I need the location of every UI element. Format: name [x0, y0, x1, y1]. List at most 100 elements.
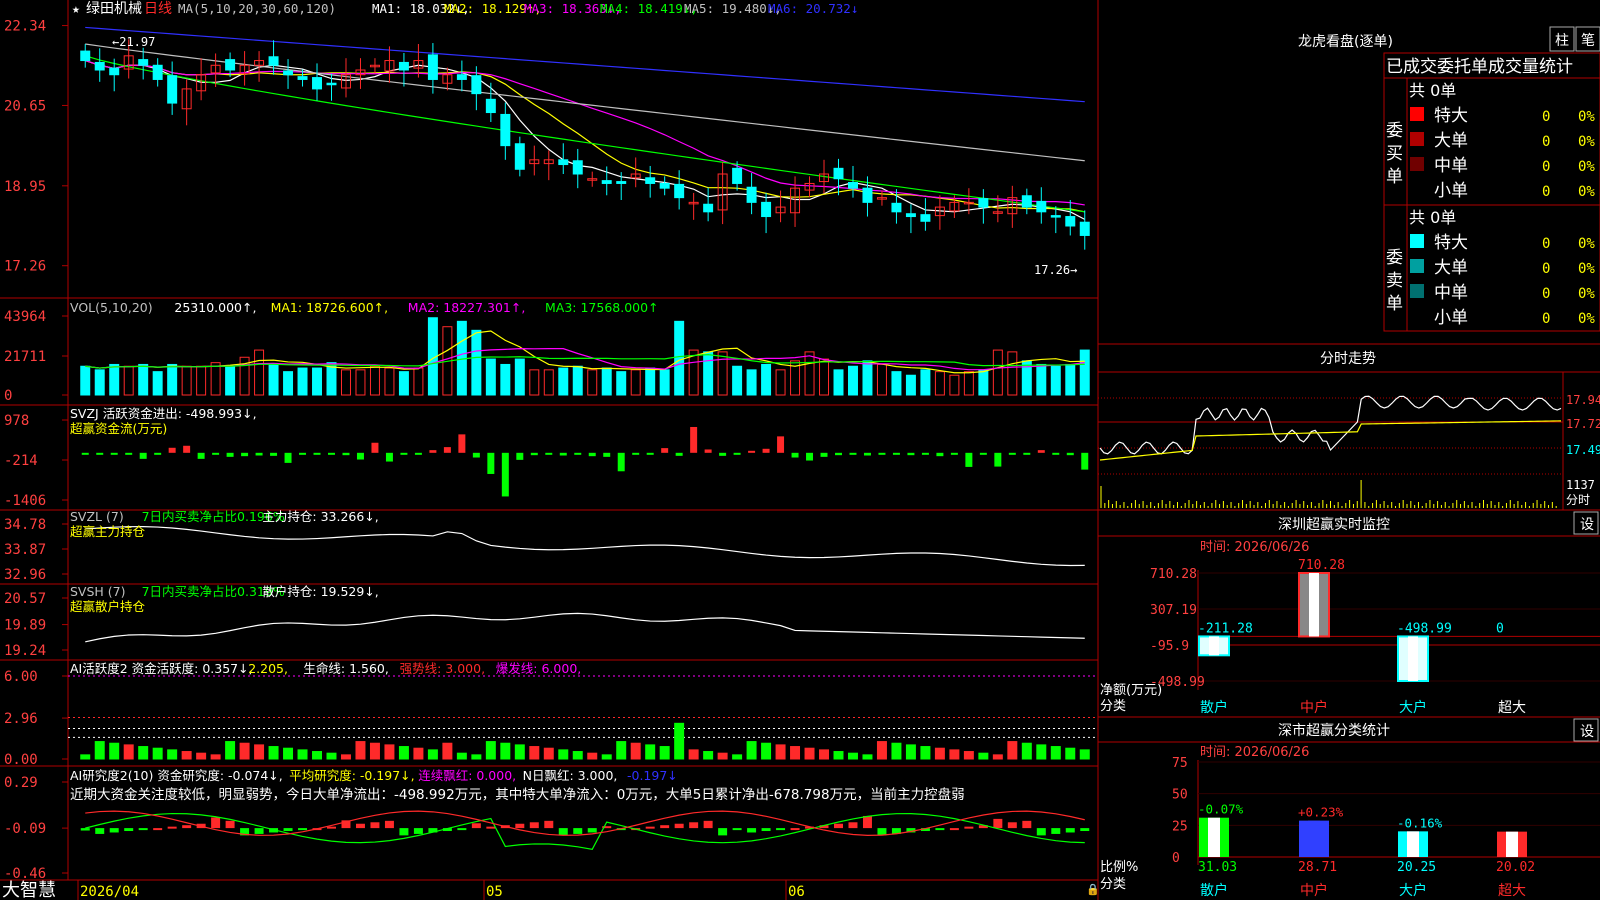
volume-bar — [340, 369, 351, 396]
monitor-settings-label[interactable]: 设 — [1580, 517, 1594, 533]
candle — [862, 187, 873, 203]
sell-swatch — [1410, 234, 1424, 248]
fund-flow-bar — [849, 452, 857, 455]
class-stats-settings-label[interactable]: 设 — [1580, 724, 1594, 740]
fund-flow-bar — [1008, 452, 1016, 455]
buy-swatch — [1410, 107, 1424, 121]
volume-bar — [109, 363, 120, 396]
activity-bar — [1007, 741, 1018, 760]
activity-bar — [109, 742, 120, 760]
axis-label: 33.87 — [4, 542, 46, 558]
sell-row-name: 小单 — [1434, 308, 1468, 328]
fund-flow-bar — [197, 452, 205, 459]
sell-row-volume: 0 — [1542, 286, 1550, 302]
volume-bar — [514, 358, 525, 396]
indicator-legend-item: 平均研究度: -0.197↓, — [289, 768, 414, 783]
intraday-volume-label: 1137 — [1566, 478, 1595, 492]
activity-bar — [572, 751, 583, 760]
lock-icon[interactable]: 🔒 — [1086, 883, 1100, 896]
activity-bar — [355, 741, 366, 760]
class-category: 散户 — [1200, 882, 1228, 899]
activity-bar — [384, 744, 395, 760]
activity-bar — [297, 749, 308, 760]
fund-flow-bar — [1081, 452, 1089, 470]
intraday-price-label: 17.49 — [1566, 443, 1600, 457]
class-axis-label: 25 — [1172, 819, 1188, 834]
research-bar — [225, 820, 235, 829]
volume-bar — [963, 371, 974, 396]
activity-bar — [601, 754, 612, 760]
research-bar — [399, 828, 409, 836]
axis-label: 19.24 — [4, 643, 46, 659]
fund-flow-bar — [994, 452, 1002, 467]
activity-bar — [225, 741, 236, 760]
indicator-legend-item: SVZJ 活跃资金进出: -498.993↓, — [70, 406, 257, 421]
volume-bar — [746, 369, 757, 396]
candle — [471, 75, 482, 95]
volume-bar — [934, 371, 945, 396]
candle — [1079, 221, 1090, 236]
candle — [761, 201, 772, 218]
ma2-line — [85, 59, 1085, 213]
fund-flow-bar — [733, 452, 741, 455]
volume-bar — [645, 367, 656, 396]
volume-bar — [1036, 363, 1047, 396]
volume-bar — [283, 371, 294, 396]
volume-bar — [949, 374, 960, 396]
research-bar — [587, 828, 597, 833]
fund-flow-bar — [125, 452, 133, 455]
activity-bar — [616, 741, 627, 760]
research-bar — [935, 828, 945, 831]
activity-bar — [659, 746, 670, 760]
period-label[interactable]: 日线 — [144, 1, 172, 17]
fund-flow-bar — [212, 452, 220, 455]
activity-bar — [94, 741, 105, 760]
volume-bar — [413, 367, 424, 396]
research-bar — [949, 828, 959, 831]
candle — [703, 203, 714, 213]
activity-bar — [703, 751, 714, 760]
fund-flow-bar — [603, 452, 611, 457]
brand-label: 大智慧 — [2, 880, 56, 900]
activity-bar — [963, 751, 974, 760]
activity-bar — [920, 746, 931, 760]
candle — [891, 202, 902, 213]
monitor-category: 散户 — [1200, 699, 1228, 716]
candle — [645, 177, 656, 184]
fund-flow-bar — [545, 452, 553, 455]
activity-bar — [312, 751, 323, 760]
favorite-star-icon[interactable]: ★ — [72, 2, 80, 17]
volume-bar — [558, 367, 569, 396]
candle — [326, 82, 337, 86]
research-bar — [95, 828, 105, 834]
indicator-legend-item: 2.205, — [248, 661, 288, 676]
volume-bar — [819, 358, 830, 396]
fund-flow-bar — [806, 452, 814, 461]
axis-label: -214 — [4, 453, 38, 469]
sell-row-volume: 0 — [1542, 236, 1550, 252]
intraday-price-label: 17.72 — [1566, 417, 1600, 431]
axis-label: -0.09 — [4, 821, 46, 837]
fund-flow-bar — [878, 452, 886, 455]
candle — [905, 213, 916, 218]
volume-bar — [630, 369, 641, 396]
volume-bar — [500, 363, 511, 396]
candle — [456, 74, 467, 80]
view-button-label[interactable]: 笔 — [1581, 33, 1595, 49]
activity-bar — [847, 752, 858, 760]
activity-bar — [514, 744, 525, 760]
research-bar — [776, 828, 786, 831]
monitor-category: 大户 — [1399, 699, 1427, 716]
activity-bar — [746, 741, 757, 760]
activity-bar — [398, 746, 409, 760]
research-bar — [486, 826, 496, 829]
activity-bar — [283, 747, 294, 760]
volume-bar — [804, 351, 815, 396]
indicator-legend-item: N日飘红: 3.000, — [523, 768, 618, 783]
indicator-legend-item: 连续飘红: 0.000, — [418, 768, 516, 783]
fund-flow-bar — [371, 442, 379, 453]
view-button-label[interactable]: 柱 — [1555, 33, 1569, 49]
fund-flow-bar — [646, 452, 654, 455]
fund-flow-bar — [255, 452, 263, 456]
axis-label: 0.00 — [4, 752, 38, 768]
